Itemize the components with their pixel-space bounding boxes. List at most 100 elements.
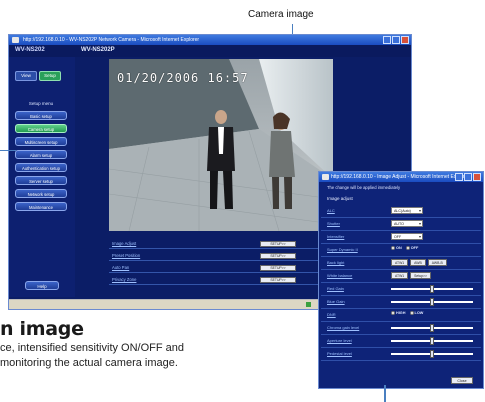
left-callout-line	[0, 150, 16, 151]
list-item: Red Gain	[321, 283, 481, 296]
section-heading: n image	[0, 318, 84, 340]
table-row: Preset Position SETUP>>	[109, 251, 333, 261]
super-dynamic-link[interactable]: Super Dynamic II	[327, 247, 358, 252]
radio-high-label: HIGH	[396, 311, 406, 315]
intensifier-link[interactable]: Intensifier	[327, 234, 344, 239]
setup-menu: Basic setup Camera setup Multiscreen set…	[15, 111, 67, 215]
camera-setup-rows: Image Adjust SETUP>> Preset Position SET…	[109, 239, 333, 287]
preset-position-link[interactable]: Preset Position	[109, 253, 222, 258]
table-row: Privacy Zone SETUP>>	[109, 275, 333, 285]
image-adjust-list: ALC ALC(Auto) Shutter AUTO Intensifier O…	[321, 205, 481, 361]
list-item: Aperture level	[321, 335, 481, 348]
image-adjust-window: http://192.168.0.10 - Image Adjust - Mic…	[318, 171, 484, 389]
camera-image: 01/20/2006 16:57	[109, 59, 333, 231]
menu-item-maintenance[interactable]: Maintenance	[15, 202, 67, 211]
menu-item-authentication-setup[interactable]: Authentication setup	[15, 163, 67, 172]
minimize-icon[interactable]	[455, 173, 463, 181]
auto-pan-setup-button[interactable]: SETUP>>	[260, 264, 296, 271]
privacy-zone-link[interactable]: Privacy Zone	[109, 277, 222, 282]
slider-thumb[interactable]	[430, 337, 434, 345]
auto-pan-link[interactable]: Auto Pan	[109, 265, 222, 270]
browser-icon	[12, 37, 19, 43]
header-band	[9, 45, 411, 57]
white-balance-setup-button[interactable]: Setup>>	[410, 272, 431, 279]
radio-on[interactable]	[391, 246, 395, 250]
list-item: Super Dynamic II ON OFF	[321, 244, 481, 257]
list-item: Back light ATW1 AWB AWB-B	[321, 257, 481, 270]
shutter-link[interactable]: Shutter	[327, 221, 340, 226]
list-item: Intensifier OFF	[321, 231, 481, 244]
image-adjust-setup-button[interactable]: SETUP>>	[260, 240, 296, 247]
menu-item-server-setup[interactable]: Server setup	[15, 176, 67, 185]
popup-titlebar: http://192.168.0.10 - Image Adjust - Mic…	[319, 172, 483, 182]
radio-low[interactable]	[409, 311, 414, 315]
awb-b-button[interactable]: AWB-B	[427, 259, 447, 266]
window-title: http://192.168.0.10 - WV-NS202P Network …	[23, 37, 200, 43]
setup-menu-title: Setup menu	[28, 101, 54, 106]
timestamp-overlay: 01/20/2006 16:57	[117, 71, 249, 85]
menu-item-basic-setup[interactable]: Basic setup	[15, 111, 67, 120]
menu-item-multiscreen-setup[interactable]: Multiscreen setup	[15, 137, 67, 146]
slider-thumb[interactable]	[430, 324, 434, 332]
aperture-level-link[interactable]: Aperture level	[327, 338, 352, 343]
dnr-link[interactable]: DNR	[327, 312, 336, 317]
pedestal-level-slider[interactable]	[391, 350, 473, 358]
radio-high[interactable]	[391, 311, 395, 315]
table-row: Image Adjust SETUP>>	[109, 239, 333, 249]
intensifier-select[interactable]: OFF	[391, 233, 423, 240]
close-icon[interactable]	[473, 173, 481, 181]
radio-off-label: OFF	[410, 246, 419, 250]
minimize-icon[interactable]	[383, 36, 391, 44]
alc-link[interactable]: ALC	[327, 208, 335, 213]
chroma-gain-link[interactable]: Chroma gain level	[327, 325, 359, 330]
blue-gain-link[interactable]: Blue Gain	[327, 299, 345, 304]
menu-item-alarm-setup[interactable]: Alarm setup	[15, 150, 67, 159]
preset-position-setup-button[interactable]: SETUP>>	[260, 252, 296, 259]
slider-thumb[interactable]	[430, 298, 434, 306]
blue-gain-slider[interactable]	[391, 298, 473, 306]
list-item: Blue Gain	[321, 296, 481, 309]
menu-item-camera-setup[interactable]: Camera setup	[15, 124, 67, 133]
red-gain-link[interactable]: Red Gain	[327, 286, 344, 291]
privacy-zone-setup-button[interactable]: SETUP>>	[260, 276, 296, 283]
pedestal-level-link[interactable]: Pedestal level	[327, 351, 352, 356]
maximize-icon[interactable]	[392, 36, 400, 44]
model-name: WV-NS202P	[81, 47, 115, 53]
radio-off[interactable]	[405, 246, 410, 250]
red-gain-slider[interactable]	[391, 285, 473, 293]
white-balance-link[interactable]: White balance	[327, 273, 352, 278]
image-adjust-heading: Image adjust	[327, 196, 353, 201]
image-adjust-link[interactable]: Image Adjust	[109, 241, 222, 246]
shutter-select[interactable]: AUTO	[391, 220, 423, 227]
close-icon[interactable]	[401, 36, 409, 44]
chroma-gain-slider[interactable]	[391, 324, 473, 332]
view-button[interactable]: View	[15, 71, 37, 81]
list-item: DNR HIGH LOW	[321, 309, 481, 322]
product-logo: WV-NS202	[15, 47, 45, 53]
list-item: White balance ATW1 Setup>>	[321, 270, 481, 283]
list-item: Chroma gain level	[321, 322, 481, 335]
bottom-callout-line	[384, 385, 386, 402]
menu-item-network-setup[interactable]: Network setup	[15, 189, 67, 198]
window-titlebar: http://192.168.0.10 - WV-NS202P Network …	[9, 35, 411, 45]
white-balance-select[interactable]: ATW1	[391, 272, 409, 279]
slider-thumb[interactable]	[430, 285, 434, 293]
maximize-icon[interactable]	[464, 173, 472, 181]
camera-image-callout: Camera image	[248, 9, 314, 20]
setup-button[interactable]: Setup	[39, 71, 61, 81]
back-light-link[interactable]: Back light	[327, 260, 344, 265]
atw1-button[interactable]: ATW1	[391, 259, 409, 266]
table-row: Auto Pan SETUP>>	[109, 263, 333, 273]
list-item: ALC ALC(Auto)	[321, 205, 481, 218]
body-text-line-2: monitoring the actual camera image.	[0, 357, 178, 369]
help-button[interactable]: Help	[25, 281, 59, 290]
radio-on-label: ON	[396, 246, 402, 250]
aperture-level-slider[interactable]	[391, 337, 473, 345]
close-button[interactable]: Close	[451, 377, 473, 384]
browser-icon	[322, 174, 329, 180]
slider-thumb[interactable]	[430, 350, 434, 358]
alc-select[interactable]: ALC(Auto)	[391, 207, 423, 214]
popup-title: http://192.168.0.10 - Image Adjust - Mic…	[331, 174, 470, 180]
sidebar: View Setup Setup menu Basic setup Camera…	[9, 57, 75, 297]
awb-button[interactable]: AWB	[410, 259, 426, 266]
